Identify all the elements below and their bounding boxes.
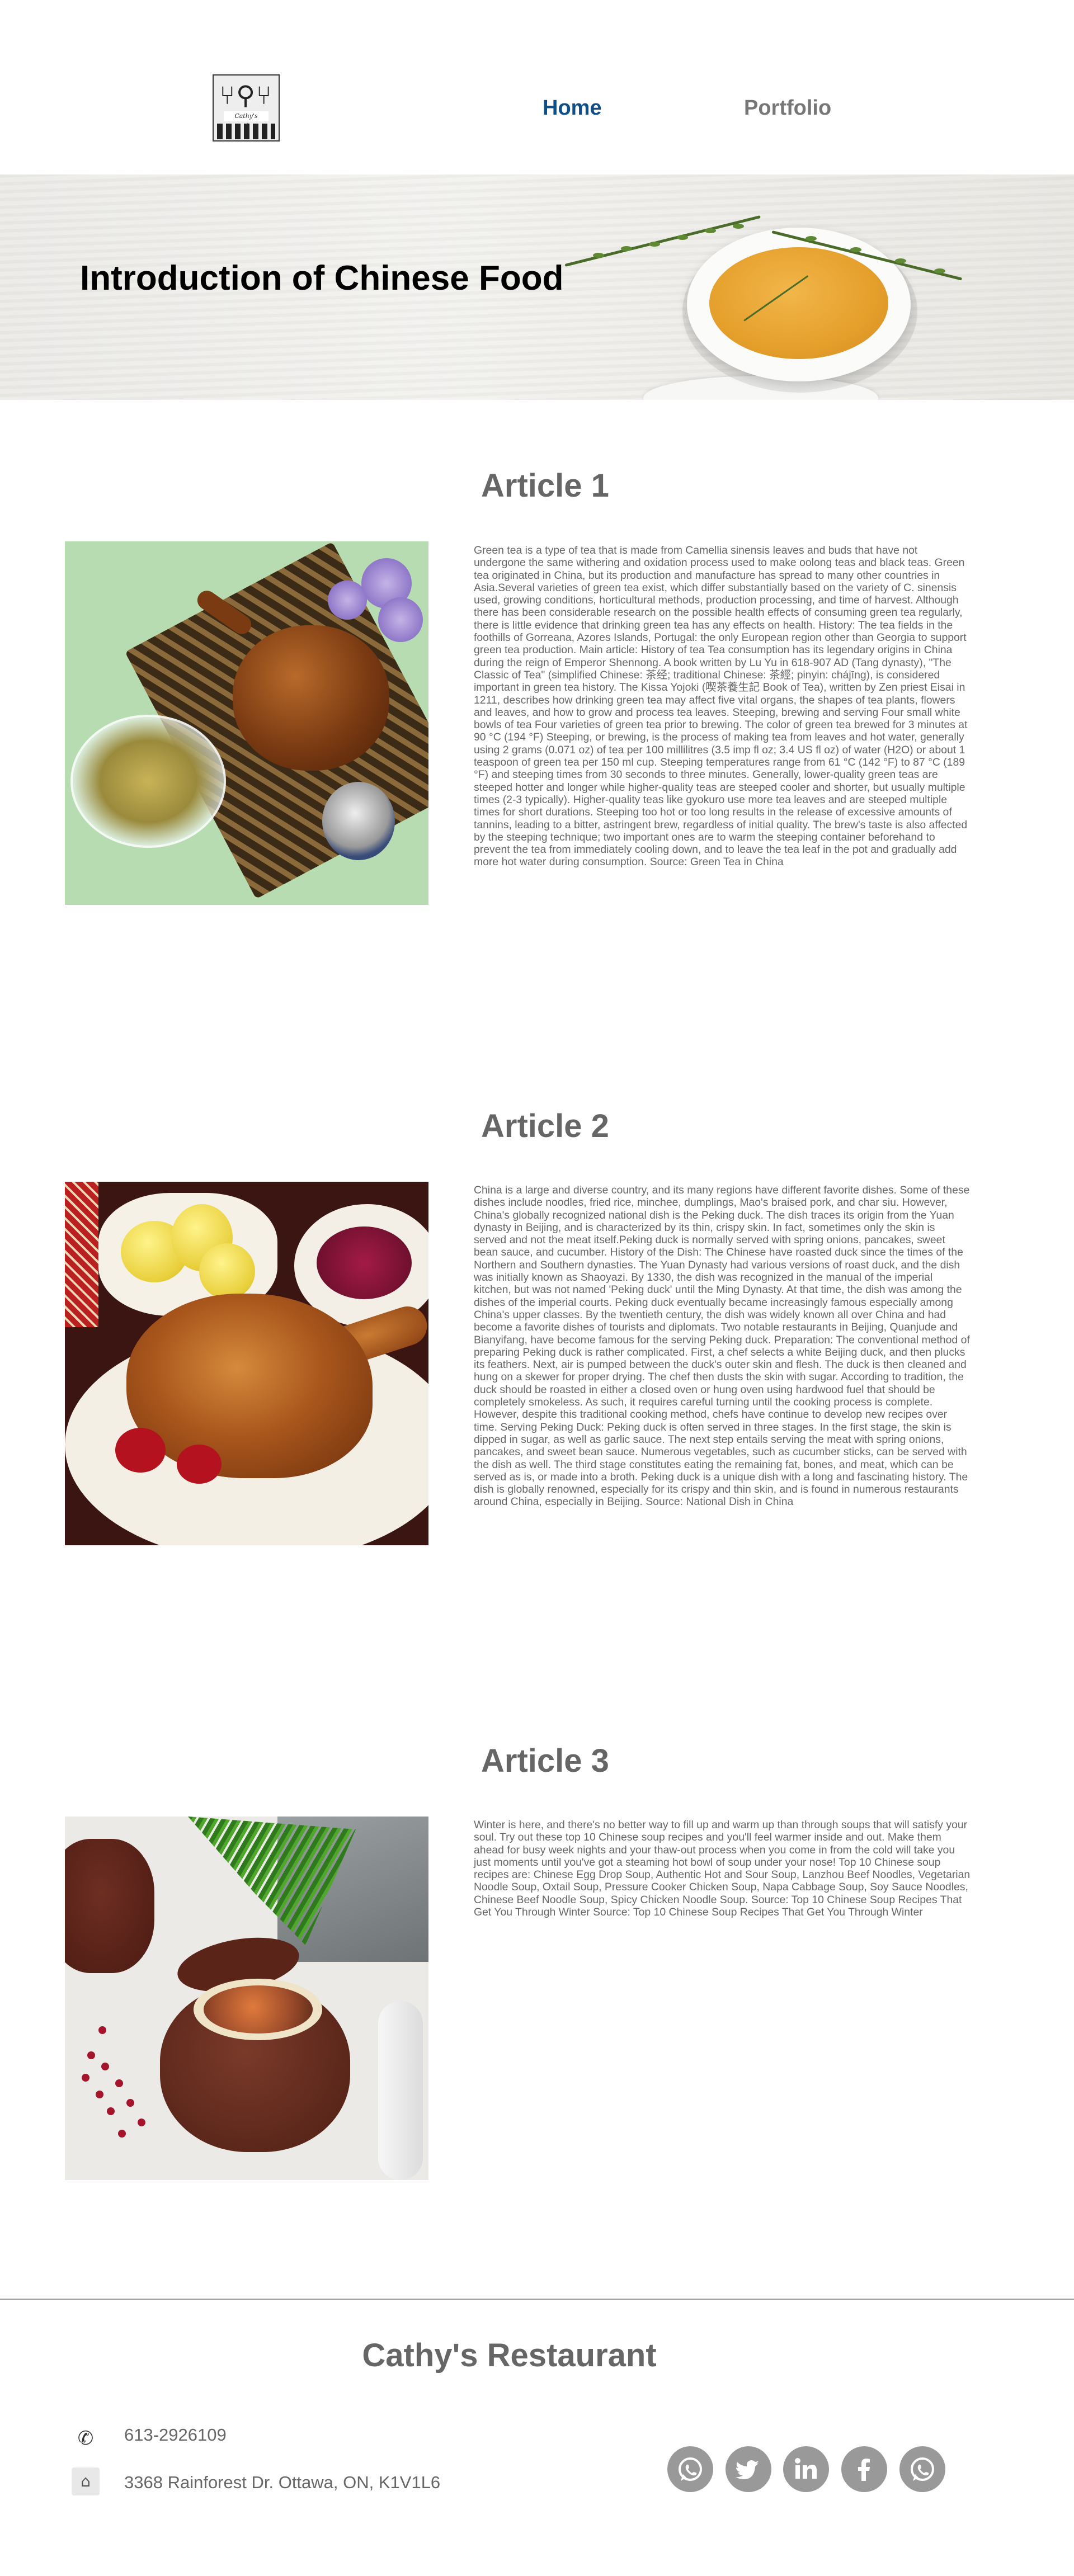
red-cloth <box>65 1182 98 1327</box>
teapot <box>233 625 389 771</box>
article-2-body: China is a large and diverse country, an… <box>474 1184 970 1508</box>
linkedin-icon[interactable] <box>783 2446 829 2492</box>
thyme-leaf <box>805 236 817 241</box>
thyme-leaf <box>705 228 716 233</box>
roast-duck-image <box>65 1182 428 1545</box>
hero-banner: Introduction of Chinese Food <box>0 174 1074 400</box>
thyme-leaf <box>593 253 604 258</box>
logo-decoration <box>217 124 275 139</box>
clay-pot <box>65 1839 154 1973</box>
article-1-title: Article 1 <box>481 468 609 504</box>
thyme-leaf <box>733 224 744 229</box>
thyme-leaf <box>677 235 688 240</box>
soup-broth <box>204 1985 313 2034</box>
pomegranate-seed <box>96 2091 103 2098</box>
article-2-title: Article 2 <box>481 1108 609 1144</box>
porcelain-spoon <box>378 2001 423 2180</box>
whatsapp-icon[interactable] <box>667 2446 713 2492</box>
article-3-body: Winter is here, and there's no better wa… <box>474 1819 971 1919</box>
thyme-leaf <box>621 246 632 251</box>
red-cabbage <box>317 1226 412 1299</box>
whatsapp-icon[interactable] <box>899 2446 945 2492</box>
lavender-flower <box>328 581 367 620</box>
pomegranate-seed <box>101 2063 109 2070</box>
cathys-kitchen-logo[interactable]: ⑂⚲⑂ Cathy's Kitchen <box>213 74 280 141</box>
address-text: 3368 Rainforest Dr. Ottawa, ON, K1V1L6 <box>124 2473 441 2492</box>
thyme-leaf <box>850 247 861 252</box>
green-tea-image <box>65 541 428 905</box>
home-icon: ⌂ <box>72 2468 100 2495</box>
pomegranate-seed <box>98 2026 106 2034</box>
pomegranate-seed <box>82 2074 90 2082</box>
thyme-leaf <box>895 258 906 263</box>
tea-liquid <box>709 247 888 359</box>
footer-divider <box>0 2299 1074 2300</box>
pomegranate-garnish <box>115 1428 166 1473</box>
phone-number[interactable]: 613-2926109 <box>124 2425 227 2445</box>
nav-home-link[interactable]: Home <box>543 96 602 120</box>
logo-text: Cathy's Kitchen <box>224 111 268 130</box>
pomegranate-seed <box>126 2099 134 2107</box>
page-title: Introduction of Chinese Food <box>80 259 564 298</box>
article-1-body: Green tea is a type of tea that is made … <box>474 544 968 869</box>
pomegranate-seed <box>87 2051 95 2059</box>
thyme-leaf <box>934 268 945 273</box>
pomegranate-seed <box>118 2130 126 2138</box>
tea-tin <box>322 782 395 860</box>
potato <box>199 1243 255 1299</box>
thyme-leaf <box>649 242 660 247</box>
footer-title: Cathy's Restaurant <box>362 2337 657 2374</box>
tea-glass <box>70 715 226 848</box>
facebook-icon[interactable] <box>841 2446 887 2492</box>
site-header: ⑂⚲⑂ Cathy's Kitchen Home Portfolio <box>0 0 1074 174</box>
pomegranate-seed <box>115 2079 123 2087</box>
pomegranate-seed <box>107 2107 115 2115</box>
nav-portfolio-link[interactable]: Portfolio <box>744 96 831 120</box>
lavender-flower <box>378 597 423 642</box>
chinese-soup-image <box>65 1817 428 2180</box>
article-3-title: Article 3 <box>481 1743 609 1779</box>
utensils-icon: ⑂⚲⑂ <box>219 80 273 110</box>
pomegranate-garnish <box>177 1445 222 1484</box>
pomegranate-seed <box>138 2119 145 2126</box>
phone-icon: ✆ <box>77 2427 94 2450</box>
twitter-icon[interactable] <box>726 2446 771 2492</box>
